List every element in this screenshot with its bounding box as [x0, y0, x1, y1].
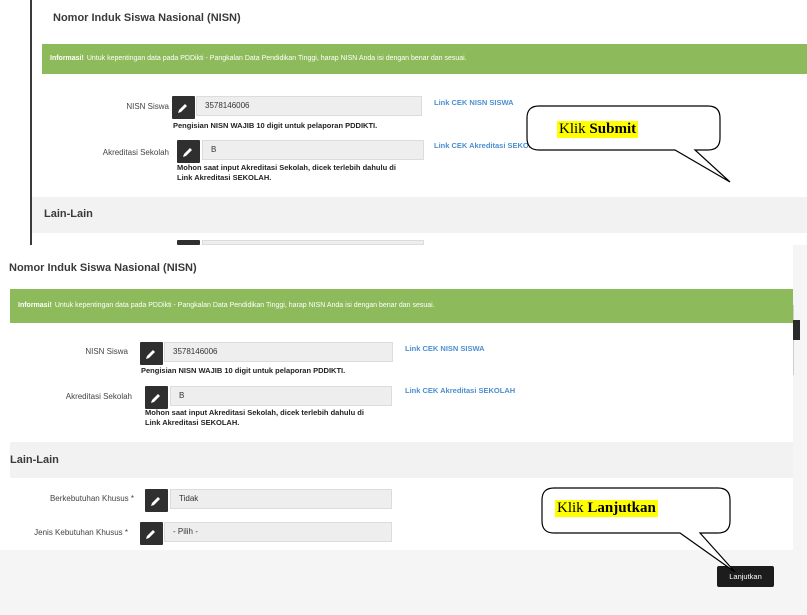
akreditasi-help-line2: Link Akreditasi SEKOLAH. [177, 173, 272, 182]
lain-lain-title: Lain-Lain [10, 454, 59, 466]
nisn-input[interactable]: 3578146006 [196, 96, 422, 116]
akreditasi-help: Mohon saat input Akreditasi Sekolah, dic… [145, 408, 405, 428]
link-cek-nisn[interactable]: Link CEK NISN SISWA [434, 98, 514, 107]
berkebutuhan-select[interactable]: Tidak [170, 489, 392, 509]
callout-submit-prefix: Klik [559, 121, 586, 137]
lain-lain-header: Lain-Lain [10, 442, 793, 478]
scroll-tab[interactable] [793, 320, 800, 340]
nisn-input[interactable]: 3578146006 [164, 342, 393, 362]
jenis-kebutuhan-select[interactable]: - Pilih - [164, 522, 392, 542]
lain-lain-header: Lain-Lain [32, 197, 807, 233]
pencil-icon[interactable] [145, 489, 168, 512]
nisn-help: Pengisian NISN WAJIB 10 digit untuk pela… [173, 121, 378, 130]
callout-submit-text: Klik Submit [557, 121, 639, 138]
link-cek-akreditasi[interactable]: Link CEK Akreditasi SEKOLAH [405, 386, 515, 395]
pencil-icon[interactable] [172, 96, 195, 119]
akreditasi-input[interactable]: B [170, 386, 392, 406]
nisn-help: Pengisian NISN WAJIB 10 digit untuk pela… [141, 366, 346, 375]
callout-submit-bold: Submit [589, 121, 637, 137]
section-title-nisn: Nomor Induk Siswa Nasional (NISN) [53, 12, 241, 24]
link-cek-nisn[interactable]: Link CEK NISN SISWA [405, 344, 485, 353]
info-alert-bold: Informasi! [50, 55, 84, 62]
berkebutuhan-label: Berkebutuhan Khusus * [49, 494, 134, 503]
jenis-kebutuhan-label: Jenis Kebutuhan Khusus * [34, 528, 128, 537]
akreditasi-help-line1: Mohon saat input Akreditasi Sekolah, dic… [177, 163, 396, 172]
akreditasi-help-line2: Link Akreditasi SEKOLAH. [145, 418, 240, 427]
callout-bubble-submit [526, 105, 731, 183]
panel-edge [793, 305, 794, 375]
callout-lanjutkan-bold: Lanjutkan [587, 500, 656, 516]
pencil-icon[interactable] [177, 140, 200, 163]
akreditasi-input[interactable]: B [202, 140, 424, 160]
akreditasi-help-line1: Mohon saat input Akreditasi Sekolah, dic… [145, 408, 364, 417]
info-alert-bold: Informasi! [18, 302, 52, 309]
info-alert: Informasi! Untuk kepentingan data pada P… [42, 44, 807, 74]
nisn-label: NISN Siswa [85, 347, 128, 356]
akreditasi-label: Akreditasi Sekolah [65, 392, 132, 401]
info-alert: Informasi! Untuk kepentingan data pada P… [10, 289, 793, 323]
info-alert-text: Untuk kepentingan data pada PDDikti - Pa… [54, 302, 435, 309]
lain-lain-title: Lain-Lain [44, 208, 93, 220]
info-alert-text: Untuk kepentingan data pada PDDikti - Pa… [86, 55, 467, 62]
akreditasi-help: Mohon saat input Akreditasi Sekolah, dic… [177, 163, 437, 183]
section-title-nisn: Nomor Induk Siswa Nasional (NISN) [9, 262, 197, 274]
nisn-label: NISN Siswa [126, 102, 169, 111]
akreditasi-label: Akreditasi Sekolah [102, 148, 169, 157]
pencil-icon[interactable] [140, 522, 163, 545]
pencil-icon[interactable] [145, 386, 168, 409]
callout-lanjutkan-prefix: Klik [557, 500, 584, 516]
callout-lanjutkan-text: Klik Lanjutkan [555, 500, 658, 517]
pencil-icon[interactable] [140, 342, 163, 365]
